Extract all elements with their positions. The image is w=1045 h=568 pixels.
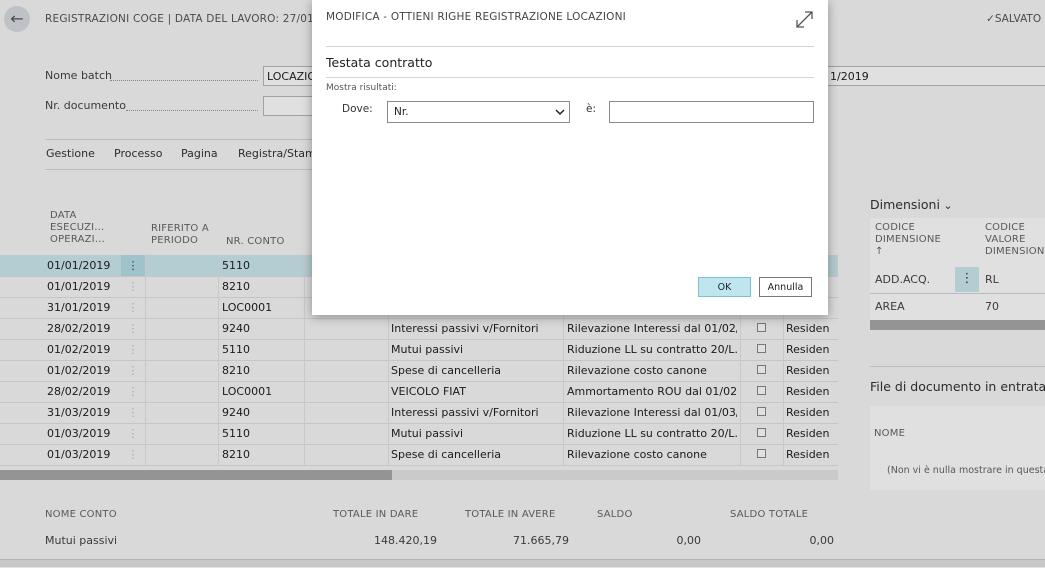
filter-field-select[interactable]: Nr.: [387, 101, 570, 123]
show-results-label: Mostra risultati:: [326, 83, 397, 93]
filter-value-input[interactable]: [609, 101, 814, 123]
modify-dialog: MODIFICA - OTTIENI RIGHE REGISTRAZIONE L…: [312, 0, 828, 315]
dialog-title: MODIFICA - OTTIENI RIGHE REGISTRAZIONE L…: [326, 11, 626, 23]
is-label: è:: [586, 103, 596, 115]
where-label: Dove:: [342, 103, 373, 115]
chevron-down-icon: [555, 109, 565, 116]
dialog-title-divider: [326, 46, 814, 47]
dialog-section-title: Testata contratto: [326, 55, 433, 70]
filter-field-value: Nr.: [394, 106, 409, 118]
dialog-section-divider: [326, 77, 814, 78]
expand-icon[interactable]: [795, 10, 814, 29]
cancel-button[interactable]: Annulla: [759, 277, 812, 297]
ok-button[interactable]: OK: [698, 277, 751, 297]
